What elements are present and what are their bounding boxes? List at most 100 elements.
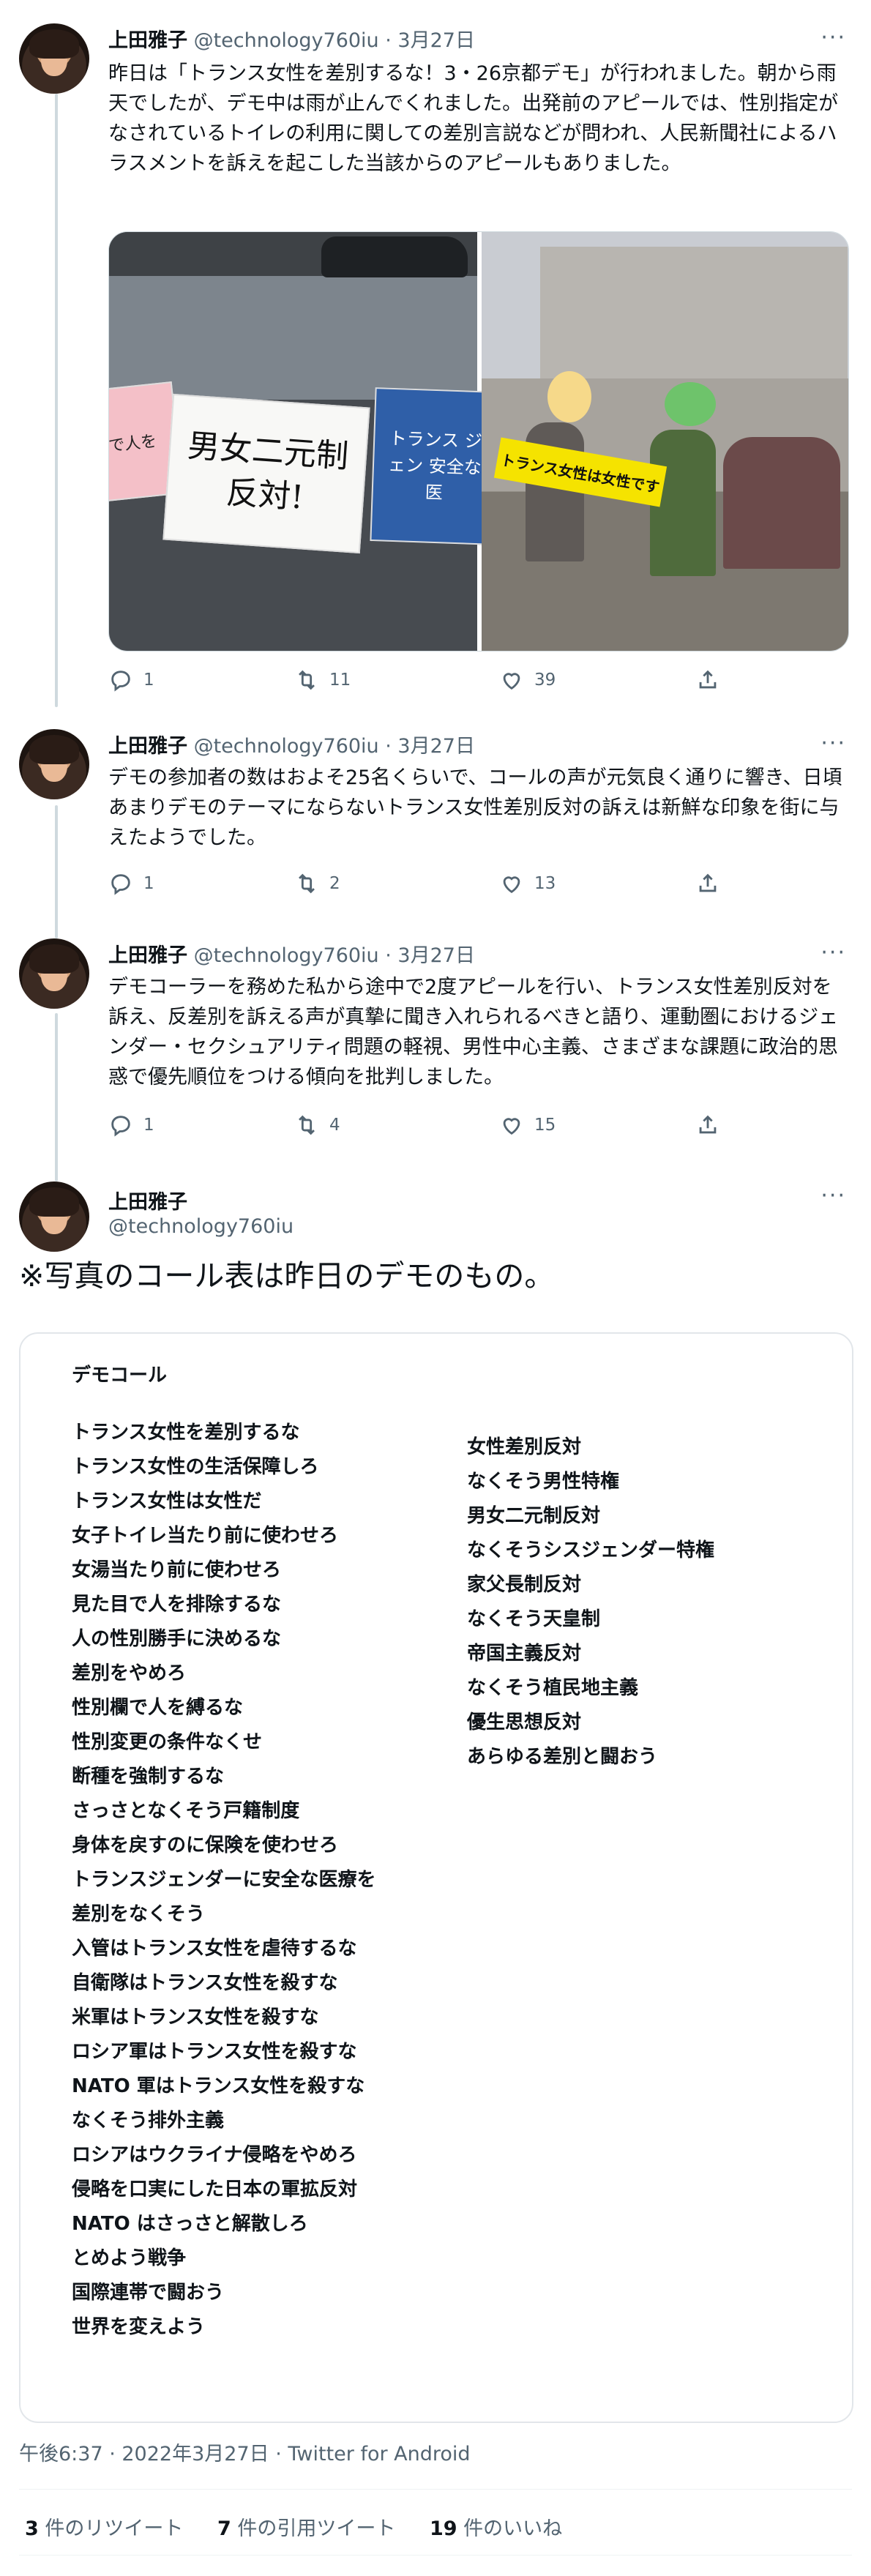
reply-count: 1 [143, 671, 154, 690]
call-line: 性別変更の条件なくせ [72, 1731, 263, 1753]
call-line: 米軍はトランス女性を殺すな [72, 2006, 319, 2028]
sign-right: トランス ジェン 安全な医 [370, 387, 500, 545]
retweet-button[interactable]: 2 [294, 871, 340, 896]
more-icon[interactable]: ··· [820, 1183, 846, 1209]
call-line: 入管はトランス女性を虐待するな [72, 1938, 357, 1960]
retweet-button[interactable]: 4 [294, 1113, 340, 1138]
call-line: 断種を強制するな [72, 1766, 225, 1788]
call-list-left: トランス女性を差別するな トランス女性の生活保障しろ トランス女性は女性だ 女子トイレ… [72, 1416, 375, 2345]
like-button[interactable]: 39 [499, 668, 556, 692]
more-icon[interactable]: ··· [820, 940, 846, 966]
author-name[interactable]: 上田雅子 [108, 735, 187, 758]
tweet-text: 昨日は「トランス女性を差別するな！3・26京都デモ」が行われました。朝から雨天で… [108, 62, 839, 175]
share-button[interactable] [695, 668, 720, 692]
call-line: なくそう排外主義 [72, 2110, 225, 2132]
tweet-text: デモの参加者の数はおよそ25名くらいで、コールの声が元気良く通りに響き、日頃あま… [108, 766, 842, 849]
call-line: 侵略を口実にした日本の軍拡反対 [72, 2179, 358, 2200]
likes-label: 件のいいね [463, 2517, 563, 2540]
call-line: 男女二元制反対 [467, 1505, 601, 1527]
mask-face-left [547, 371, 591, 422]
call-line: 人の性別勝手に決めるな [72, 1628, 282, 1650]
likes-link[interactable]: 19 件のいいね [430, 2517, 562, 2540]
tweet-actions: 1 4 15 [108, 1113, 767, 1142]
call-line: ロシア軍はトランス女性を殺すな [72, 2041, 357, 2063]
share-button[interactable] [695, 1113, 720, 1138]
photo-demo-march[interactable]: トランス女性は女性です [482, 232, 848, 651]
call-line: 見た目で人を排除するな [72, 1594, 282, 1616]
more-icon[interactable]: ··· [820, 25, 846, 51]
main-tweet-header: 上田雅子 @technology760iu ··· [0, 1164, 871, 1252]
engagement-stats: 3 件のリツイート 7 件の引用ツイート 19 件のいいね [25, 2512, 590, 2541]
call-line: 身体を戻すのに保険を使わせろ [72, 1834, 339, 1856]
divider [19, 2489, 852, 2490]
share-button[interactable] [695, 871, 720, 896]
author-handle[interactable]: @technology760iu [108, 1215, 294, 1238]
call-line: 優生思想反対 [467, 1711, 582, 1733]
tweet-text: デモコーラーを務めた私から途中で2度アピールを行い、トランス女性差別反対を訴え、… [108, 976, 839, 1089]
tweet-date[interactable]: 3月27日 [397, 944, 475, 967]
author-name[interactable]: 上田雅子 [108, 29, 187, 52]
call-line: なくそう天皇制 [467, 1608, 601, 1630]
call-line: 世界を変えよう [72, 2316, 206, 2338]
reply-count: 1 [143, 874, 154, 893]
call-line: NATO 軍はトランス女性を殺すな [72, 2075, 365, 2097]
author-handle[interactable]: @technology760iu [194, 944, 379, 967]
reply-count: 1 [143, 1116, 154, 1135]
share-icon [699, 873, 717, 892]
avatar[interactable] [19, 1181, 89, 1252]
call-line: さっさとなくそう戸籍制度 [72, 1800, 300, 1822]
call-line: なくそうシスジェンダー特権 [467, 1539, 715, 1561]
call-list-title: デモコール [72, 1364, 168, 1386]
call-line: 差別をなくそう [72, 1903, 206, 1925]
retweet-total: 3 [25, 2517, 39, 2540]
tweet-actions: 1 2 13 [108, 871, 767, 900]
retweets-link[interactable]: 3 件のリツイート [25, 2517, 183, 2540]
reply-button[interactable]: 1 [108, 668, 154, 692]
quote-total: 7 [217, 2517, 231, 2540]
tweet-date[interactable]: 3月27日 [397, 29, 475, 52]
avatar[interactable] [19, 729, 89, 799]
like-count: 15 [534, 1116, 556, 1135]
reply-button[interactable]: 1 [108, 871, 154, 896]
author-handle[interactable]: @technology760iu [194, 29, 379, 52]
call-line: トランス女性を差別するな [72, 1422, 300, 1444]
call-list-right: 女性差別反対 なくそう男性特権 男女二元制反対 なくそうシスジェンダー特権 家父長制反対… [467, 1430, 714, 1774]
like-icon [503, 1118, 520, 1135]
reply-button[interactable]: 1 [108, 1113, 154, 1138]
tweet-actions: 1 11 39 [108, 668, 767, 697]
retweet-count: 11 [329, 671, 351, 690]
like-icon [503, 673, 520, 690]
like-count: 39 [534, 671, 556, 690]
retweet-button[interactable]: 11 [294, 668, 351, 692]
call-line: NATO はさっさと解散しろ [72, 2213, 308, 2235]
call-line: 女性差別反対 [467, 1436, 582, 1458]
like-button[interactable]: 15 [499, 1113, 556, 1138]
quotes-label: 件の引用ツイート [237, 2517, 396, 2540]
call-line: トランスジェンダーに安全な医療を [72, 1869, 376, 1891]
author-handle[interactable]: @technology760iu [194, 735, 379, 758]
quotes-link[interactable]: 7 件の引用ツイート [217, 2517, 395, 2540]
avatar[interactable] [19, 938, 89, 1009]
photo-sidewalk-signs[interactable]: で人を 男女二元制反対! トランス ジェン 安全な医 [109, 232, 500, 651]
tweet-date[interactable]: 3月27日 [397, 735, 475, 758]
call-line: 帝国主義反対 [467, 1643, 582, 1665]
like-count: 13 [534, 874, 556, 893]
call-line: 家父長制反対 [467, 1574, 582, 1596]
avatar[interactable] [19, 23, 89, 94]
author-name[interactable]: 上田雅子 [108, 944, 187, 967]
author-name[interactable]: 上田雅子 [108, 1186, 187, 1214]
tweet[interactable]: 上田雅子 @technology760iu · 3月27日 ··· デモコーラー… [0, 927, 871, 1164]
call-line: 差別をやめろ [72, 1662, 187, 1684]
call-line: ロシアはウクライナ侵略をやめろ [72, 2144, 357, 2166]
more-icon[interactable]: ··· [820, 731, 846, 756]
call-list-image[interactable]: デモコール トランス女性を差別するな トランス女性の生活保障しろ トランス女性は女性… [19, 1332, 853, 2423]
tweet[interactable]: 上田雅子 @technology760iu · 3月27日 ··· デモの参加者… [0, 717, 871, 924]
tweet-media[interactable]: で人を 男女二元制反対! トランス ジェン 安全な医 トランス女性は女性です [108, 231, 849, 652]
call-line: 国際連帯で闘おう [72, 2282, 225, 2304]
tweet-timestamp[interactable]: 午後6:37 · 2022年3月27日 · Twitter for Androi… [19, 2438, 471, 2466]
like-button[interactable]: 13 [499, 871, 556, 896]
tweet[interactable]: 上田雅子 @technology760iu · 3月27日 ··· 昨日は「トラ… [0, 0, 871, 717]
call-line: なくそう植民地主義 [467, 1677, 639, 1699]
reply-icon [111, 671, 130, 692]
share-icon [699, 1115, 717, 1134]
